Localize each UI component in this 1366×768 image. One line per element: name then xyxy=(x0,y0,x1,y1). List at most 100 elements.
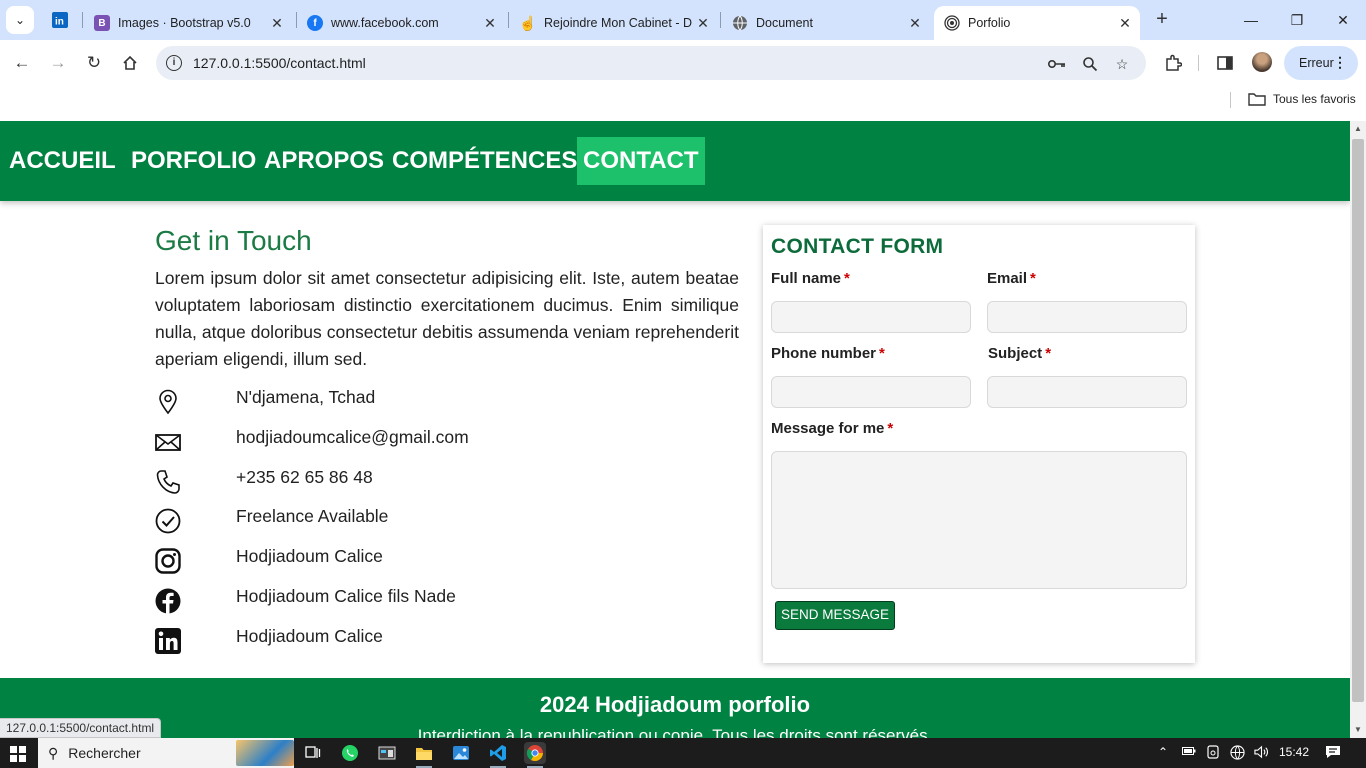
label-text: Full name xyxy=(771,270,842,287)
profile-avatar[interactable] xyxy=(1252,52,1272,72)
pinned-tab-linkedin[interactable]: in xyxy=(46,8,74,32)
scroll-up-arrow-icon[interactable]: ▲ xyxy=(1350,121,1366,137)
nav-link-porfolio[interactable]: PORFOLIO xyxy=(125,137,262,185)
full-name-input[interactable] xyxy=(771,301,971,333)
url-text[interactable]: 127.0.0.1:5500/contact.html xyxy=(193,55,366,71)
home-button[interactable] xyxy=(116,49,144,77)
get-in-touch-title: Get in Touch xyxy=(155,225,312,256)
close-icon[interactable]: ✕ xyxy=(268,15,286,32)
subject-input[interactable] xyxy=(987,376,1187,408)
send-message-button[interactable]: SEND MESSAGE xyxy=(775,601,895,630)
facebook-icon xyxy=(155,588,181,614)
back-button[interactable]: ← xyxy=(8,49,36,77)
phone-icon xyxy=(156,470,180,494)
close-icon[interactable]: ✕ xyxy=(906,15,924,32)
new-tab-button[interactable]: + xyxy=(1150,8,1174,32)
tab-separator xyxy=(508,12,509,28)
contact-item-email: hodjiadoumcalice@gmail.com xyxy=(155,427,715,457)
close-icon: ✕ xyxy=(1337,11,1349,28)
nav-link-accueil[interactable]: ACCUEIL xyxy=(3,137,122,185)
nav-link-competences[interactable]: COMPÉTENCES xyxy=(386,137,583,185)
toolbar-separator xyxy=(1198,55,1199,71)
task-view-icon[interactable] xyxy=(302,742,324,764)
contact-item-text: hodjiadoumcalice@gmail.com xyxy=(236,427,469,447)
tab-title: Images · Bootstrap v5.0 xyxy=(118,16,251,30)
tab-mon-cabinet[interactable]: ☝ Rejoindre Mon Cabinet - D ✕ xyxy=(519,6,712,40)
tab-porfolio[interactable]: Porfolio ✕ xyxy=(934,6,1140,40)
scrollbar-thumb[interactable] xyxy=(1352,139,1364,702)
facebook-icon: f xyxy=(307,15,323,31)
address-bar[interactable]: i 127.0.0.1:5500/contact.html ☆ xyxy=(156,46,1146,80)
contact-item-freelance: Freelance Available xyxy=(155,506,715,536)
vscode-icon[interactable] xyxy=(487,742,509,768)
photos-icon[interactable] xyxy=(450,742,472,764)
label-text: Message for me xyxy=(771,420,885,437)
contact-item-linkedin[interactable]: Hodjiadoum Calice xyxy=(155,626,715,656)
key-icon[interactable] xyxy=(1047,54,1067,74)
close-icon[interactable]: ✕ xyxy=(1116,15,1134,32)
device-icon[interactable] xyxy=(1207,745,1219,762)
chevron-up-icon[interactable]: ⌃ xyxy=(1158,745,1168,759)
tab-document[interactable]: Document ✕ xyxy=(732,6,924,40)
minimize-icon: — xyxy=(1244,12,1258,28)
whatsapp-icon[interactable] xyxy=(339,742,361,764)
restore-icon: ❐ xyxy=(1290,11,1304,28)
globe-icon[interactable] xyxy=(1230,745,1245,763)
close-icon[interactable]: ✕ xyxy=(694,15,712,32)
tab-facebook[interactable]: f www.facebook.com ✕ xyxy=(307,6,499,40)
tab-search-button[interactable]: ⌄ xyxy=(6,6,34,34)
side-panel-button[interactable] xyxy=(1214,52,1236,74)
email-input[interactable] xyxy=(987,301,1187,333)
message-textarea[interactable] xyxy=(771,451,1187,589)
broadcast-icon xyxy=(944,15,960,31)
status-bar-url: 127.0.0.1:5500/contact.html xyxy=(0,718,162,738)
all-bookmarks-button[interactable]: Tous les favoris xyxy=(1248,92,1356,106)
contact-item-text: Hodjiadoum Calice xyxy=(236,626,383,646)
contact-item-text: Hodjiadoum Calice xyxy=(236,546,383,566)
restore-button[interactable]: ❐ xyxy=(1274,0,1320,40)
file-explorer-icon[interactable] xyxy=(413,742,435,768)
reload-icon: ↻ xyxy=(86,53,102,72)
close-icon[interactable]: ✕ xyxy=(481,15,499,32)
phone-label: Phone number * xyxy=(771,345,885,362)
app-window-icon[interactable] xyxy=(376,742,398,764)
close-window-button[interactable]: ✕ xyxy=(1320,0,1366,40)
nav-link-apropos[interactable]: APROPOS xyxy=(258,137,390,185)
volume-icon[interactable] xyxy=(1254,745,1269,762)
contact-item-instagram[interactable]: Hodjiadoum Calice xyxy=(155,546,715,576)
site-navbar: ACCUEIL PORFOLIO APROPOS COMPÉTENCES CON… xyxy=(0,121,1350,201)
phone-input[interactable] xyxy=(771,376,971,408)
reload-button[interactable]: ↻ xyxy=(80,49,108,77)
search-icon: ⚲ xyxy=(48,744,59,761)
svg-text:in: in xyxy=(55,17,64,28)
windows-start-icon[interactable] xyxy=(10,746,26,762)
taskbar-clock[interactable]: 15:42 xyxy=(1279,745,1309,759)
label-text: Subject xyxy=(988,345,1043,362)
minimize-button[interactable]: — xyxy=(1228,0,1274,40)
required-mark: * xyxy=(879,345,885,362)
required-mark: * xyxy=(844,270,850,287)
extensions-button[interactable] xyxy=(1162,52,1184,74)
chevron-down-icon: ⌄ xyxy=(14,13,26,27)
tab-bootstrap[interactable]: B Images · Bootstrap v5.0 ✕ xyxy=(94,6,286,40)
page-scrollbar[interactable]: ▲ ▼ xyxy=(1350,121,1366,738)
contact-item-facebook[interactable]: Hodjiadoum Calice fils Nade xyxy=(155,586,715,616)
contact-form-card: CONTACT FORM Full name * Email * Phone num… xyxy=(763,225,1195,663)
star-icon[interactable]: ☆ xyxy=(1112,54,1132,74)
nav-link-contact[interactable]: CONTACT xyxy=(577,137,705,185)
email-label: Email * xyxy=(987,270,1036,287)
taskbar-search[interactable]: ⚲ Rechercher xyxy=(38,738,294,768)
site-info-icon[interactable]: i xyxy=(166,55,182,71)
battery-icon[interactable] xyxy=(1182,745,1196,759)
subject-label: Subject * xyxy=(988,345,1051,362)
tab-title: Document xyxy=(756,16,813,30)
forward-button[interactable]: → xyxy=(44,49,72,77)
all-bookmarks-label: Tous les favoris xyxy=(1273,92,1356,106)
get-in-touch-text: Lorem ipsum dolor sit amet consectetur a… xyxy=(155,268,739,369)
zoom-icon[interactable] xyxy=(1080,54,1100,74)
notifications-icon[interactable] xyxy=(1325,745,1341,762)
chrome-icon[interactable] xyxy=(524,742,546,768)
profile-error-label: Erreur xyxy=(1299,56,1334,70)
profile-error-button[interactable]: Erreur ⋮ xyxy=(1284,46,1358,80)
scroll-down-arrow-icon[interactable]: ▼ xyxy=(1350,722,1366,738)
